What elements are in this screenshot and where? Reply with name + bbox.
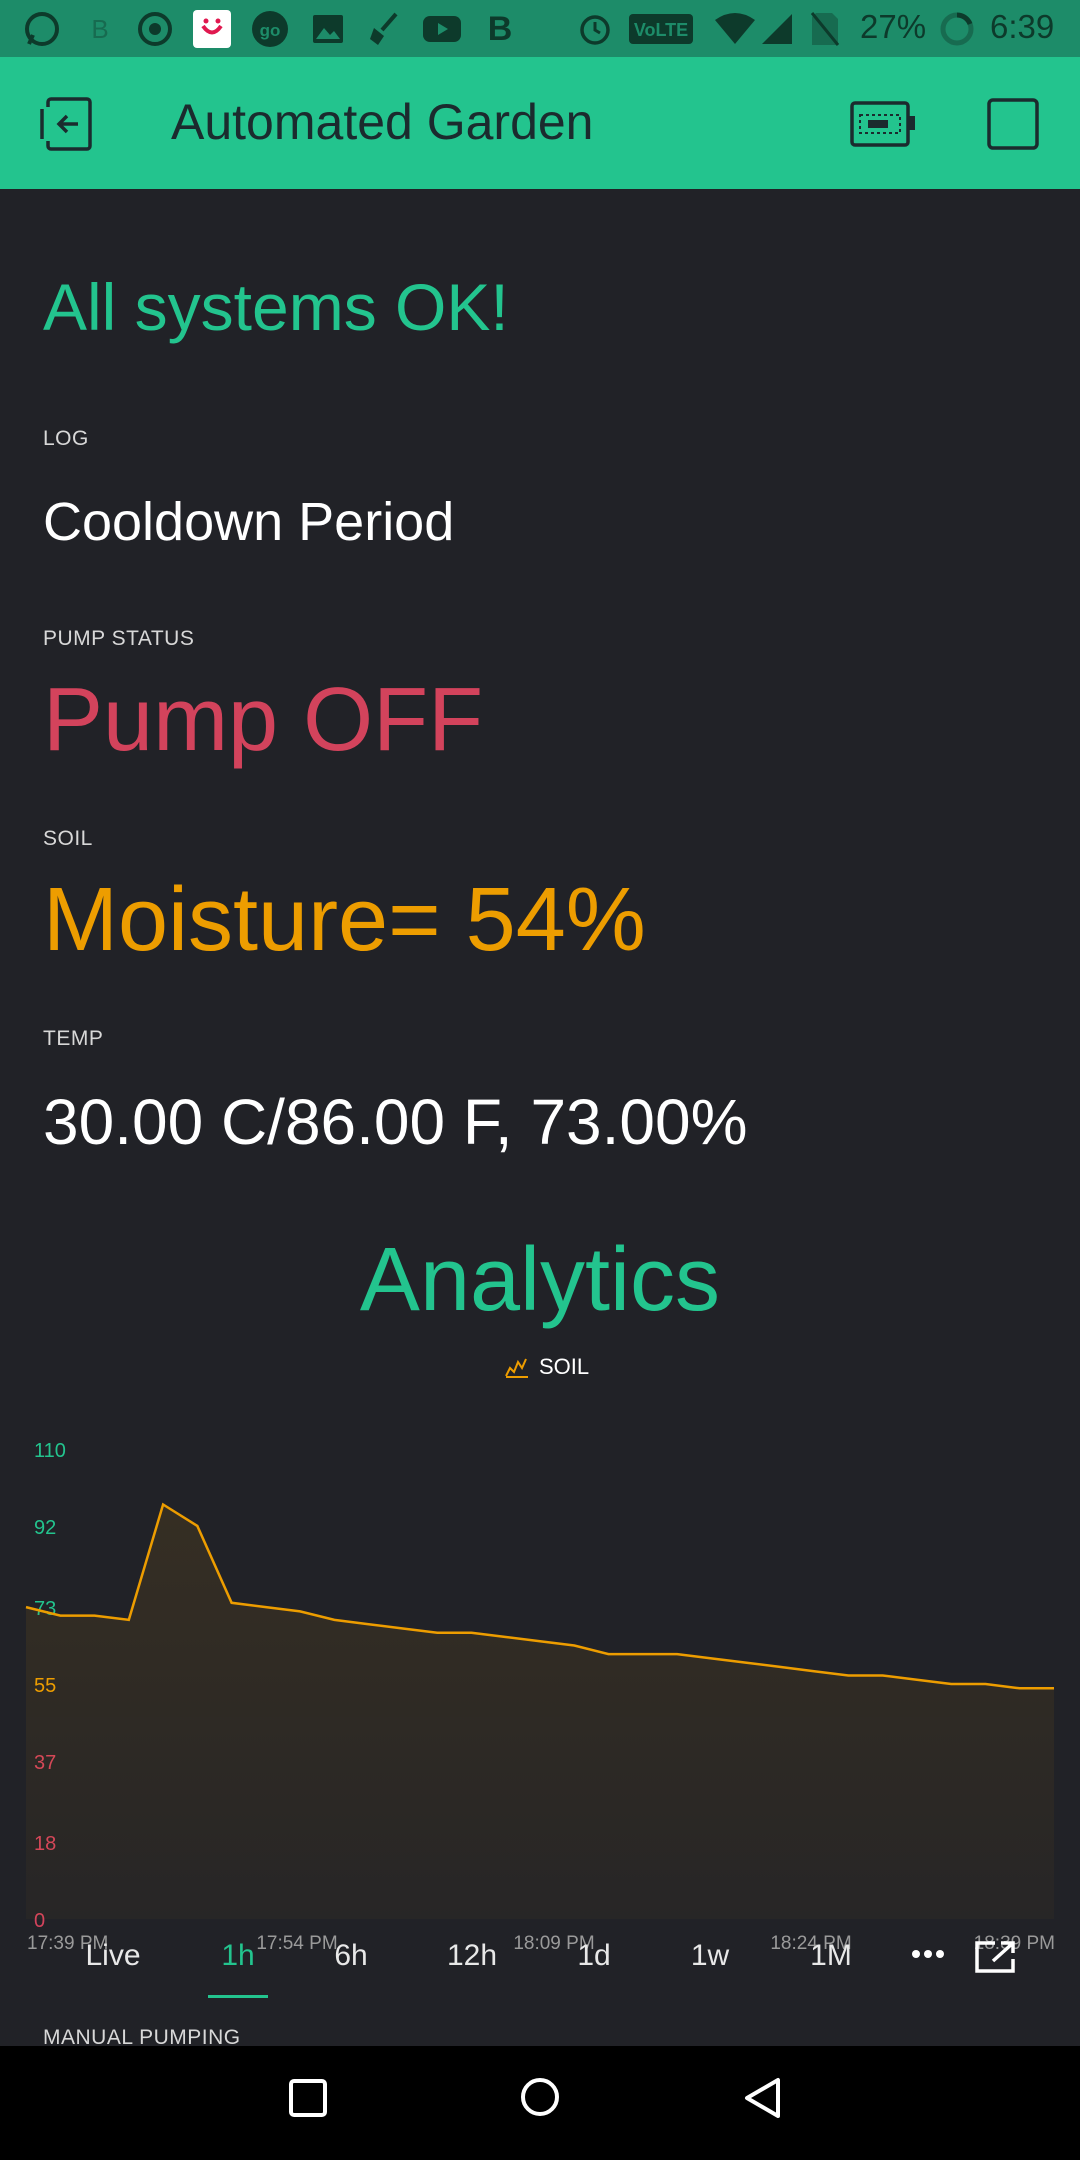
soil-chart[interactable]: 11092735537180 17:39 PM17:54 PM18:09 PM1…: [0, 1389, 1080, 1949]
alarm-icon: [575, 10, 615, 48]
broom-icon: [366, 10, 402, 48]
analytics-title: Analytics: [359, 1230, 721, 1330]
b-bold-icon: B: [487, 9, 513, 48]
chrome-icon: [135, 10, 175, 48]
open-external-icon[interactable]: [973, 1939, 1017, 1980]
b-icon: B: [91, 13, 109, 44]
volte-icon: VoLTE: [628, 10, 694, 48]
battery-ring-icon: [938, 10, 976, 48]
temp-value: 30.00 C/86.00 F, 73.00%: [43, 1086, 748, 1158]
back-icon[interactable]: [742, 2076, 784, 2125]
y-tick-label: 92: [34, 1517, 56, 1539]
tab-12h[interactable]: 12h: [422, 1939, 522, 1973]
time-range-tabs: Live 1h 6h 12h 1d 1w 1M: [0, 1939, 1080, 1999]
no-sim-icon: [808, 10, 842, 48]
device-battery-icon[interactable]: [850, 99, 916, 149]
tab-1h[interactable]: 1h: [188, 1939, 288, 1973]
app-title: Automated Garden: [171, 94, 594, 150]
tab-6h[interactable]: 6h: [301, 1939, 401, 1973]
volte-text: VoLTE: [634, 20, 688, 40]
log-label: LOG: [43, 427, 89, 450]
smile-app-icon: [192, 10, 232, 48]
more-dots-icon[interactable]: [910, 1947, 946, 1965]
log-value: Cooldown Period: [43, 492, 455, 552]
pump-status-value: Pump OFF: [43, 670, 484, 770]
status-bar: B go B VoLTE 27% 6:39: [0, 0, 1080, 57]
youtube-icon: [420, 10, 464, 48]
y-tick-label: 110: [34, 1440, 66, 1462]
soil-value: Moisture= 54%: [43, 870, 646, 970]
gallery-icon: [310, 10, 346, 48]
go-icon: go: [250, 10, 290, 48]
recent-apps-icon[interactable]: [288, 2078, 328, 2123]
navigation-bar: [0, 2046, 1080, 2160]
exit-project-icon[interactable]: [38, 95, 96, 153]
tab-1m[interactable]: 1M: [781, 1939, 881, 1973]
signal-icon: [758, 10, 796, 48]
legend-label: SOIL: [539, 1354, 590, 1379]
whatsapp-icon: [22, 10, 62, 48]
active-tab-underline: [208, 1995, 268, 1998]
soil-label: SOIL: [43, 827, 93, 850]
tab-1d[interactable]: 1d: [544, 1939, 644, 1973]
clock: 6:39: [990, 8, 1055, 45]
app-bar: Automated Garden: [0, 57, 1080, 189]
headline-status: All systems OK!: [43, 270, 509, 344]
soil-legend-icon: [505, 1358, 528, 1378]
wifi-icon: [712, 10, 758, 48]
dashboard: All systems OK! LOG Cooldown Period PUMP…: [0, 189, 1080, 2049]
pump-status-label: PUMP STATUS: [43, 627, 195, 650]
tab-live[interactable]: Live: [63, 1939, 163, 1973]
svg-text:go: go: [260, 21, 281, 40]
soil-area: [26, 1504, 1054, 1919]
chart-legend: SOIL: [505, 1354, 589, 1380]
tab-1w[interactable]: 1w: [660, 1939, 760, 1973]
battery-percent: 27%: [860, 8, 927, 45]
temp-label: TEMP: [43, 1027, 104, 1050]
home-icon[interactable]: [519, 2076, 561, 2123]
stop-button[interactable]: [986, 97, 1040, 151]
